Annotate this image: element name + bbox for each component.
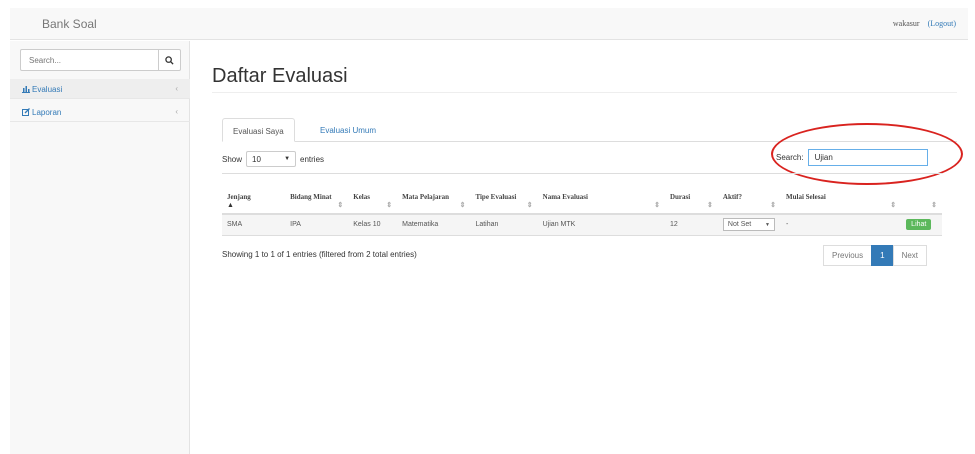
chevron-left-icon: ‹: [175, 84, 178, 93]
sort-icon: ⇕: [459, 200, 466, 209]
edit-icon: [22, 108, 30, 116]
table-cell: -: [781, 213, 902, 236]
bar-chart-icon: [22, 86, 30, 93]
table-info: Showing 1 to 1 of 1 entries (filtered fr…: [222, 250, 417, 259]
entries-value: 10: [252, 154, 261, 164]
sort-icon: ⇕: [890, 200, 897, 209]
table-cell: SMA: [222, 213, 286, 236]
next-button[interactable]: Next: [892, 245, 928, 266]
search-button[interactable]: [158, 50, 180, 70]
previous-button[interactable]: Previous: [823, 245, 873, 266]
table-cell: Lihat: [901, 213, 942, 236]
sidebar-item-laporan[interactable]: Laporan ‹: [10, 102, 190, 122]
table-cell: Matematika: [397, 213, 471, 236]
chevron-left-icon: ‹: [175, 107, 178, 116]
brand-link[interactable]: Bank Soal: [42, 17, 97, 31]
caret-down-icon: ▼: [764, 221, 770, 228]
sort-icon: ⇕: [931, 200, 937, 209]
show-label: Show: [222, 154, 243, 164]
tab-evaluasi-saya[interactable]: Evaluasi Saya: [222, 118, 295, 142]
top-navbar: Bank Soal wakasur (Logout): [10, 8, 968, 40]
evaluation-table: Jenjang ▲ Bidang Minat ⇕ Kelas ⇕ Mata Pelaj…: [222, 173, 942, 236]
col-header[interactable]: Tipe Evaluasi ⇕: [470, 173, 538, 215]
table-cell: Kelas 10: [348, 213, 398, 236]
col-header[interactable]: Bidang Minat ⇕: [285, 173, 349, 215]
sort-icon: ⇕: [337, 200, 344, 209]
sort-asc-icon: ▲: [227, 200, 234, 209]
table-row: SMA IPA Kelas 10 Matematika Latihan Ujia…: [222, 213, 942, 236]
sort-icon: ⇕: [526, 200, 533, 209]
sort-icon: ⇕: [654, 200, 660, 209]
table-cell: 12: [664, 213, 718, 236]
table-cell: Not Set ▼: [717, 213, 782, 236]
divider: [212, 92, 957, 93]
entries-select[interactable]: 10 ▼: [246, 151, 297, 167]
sidebar-search: [20, 49, 181, 71]
aktif-value: Not Set: [727, 221, 752, 229]
table-filter: Search:: [776, 149, 928, 166]
lihat-button[interactable]: Lihat: [906, 219, 932, 231]
sort-icon: ⇕: [707, 200, 713, 209]
page-title: Daftar Evaluasi: [212, 65, 348, 87]
entries-label: entries: [300, 154, 325, 164]
table-header-row: Jenjang ▲ Bidang Minat ⇕ Kelas ⇕ Mata Pelaj…: [222, 173, 942, 215]
search-icon: [164, 55, 174, 65]
user-area: wakasur (Logout): [893, 19, 956, 28]
logout-link[interactable]: (Logout): [928, 19, 956, 28]
col-header[interactable]: Nama Evaluasi ⇕: [537, 173, 665, 215]
col-header[interactable]: ⇕: [901, 173, 942, 215]
table-cell: Latihan: [470, 213, 538, 236]
sidebar-search-input[interactable]: [21, 50, 159, 70]
aktif-select[interactable]: Not Set ▼: [722, 218, 775, 232]
col-header[interactable]: Mata Pelajaran ⇕: [397, 173, 471, 215]
sidebar-item-label: Evaluasi: [32, 85, 63, 94]
table-cell: IPA: [285, 213, 349, 236]
col-header[interactable]: Aktif? ⇕: [717, 173, 782, 215]
col-header[interactable]: Kelas ⇕: [348, 173, 398, 215]
table-cell: Ujian MTK: [537, 213, 665, 236]
col-header[interactable]: Jenjang ▲: [222, 173, 286, 215]
filter-input[interactable]: [807, 149, 928, 166]
tab-evaluasi-umum[interactable]: Evaluasi Umum: [310, 118, 386, 142]
page-1-button[interactable]: 1: [871, 245, 894, 266]
sidebar-item-evaluasi[interactable]: Evaluasi ‹: [10, 79, 190, 99]
caret-down-icon: ▼: [284, 156, 291, 162]
sidebar: Evaluasi ‹ Laporan ‹: [10, 41, 190, 454]
sort-icon: ⇕: [386, 200, 393, 209]
username-label: wakasur: [892, 19, 920, 28]
col-header[interactable]: Durasi ⇕: [664, 173, 718, 215]
filter-label: Search:: [776, 153, 804, 162]
tab-bar: Evaluasi Saya Evaluasi Umum: [222, 118, 957, 142]
sort-icon: ⇕: [770, 200, 777, 209]
length-control: Show 10 ▼ entries: [222, 151, 324, 167]
pagination: Previous 1 Next: [823, 245, 928, 266]
col-header[interactable]: Mulai Selesai ⇕: [781, 173, 902, 215]
sidebar-item-label: Laporan: [32, 108, 62, 117]
